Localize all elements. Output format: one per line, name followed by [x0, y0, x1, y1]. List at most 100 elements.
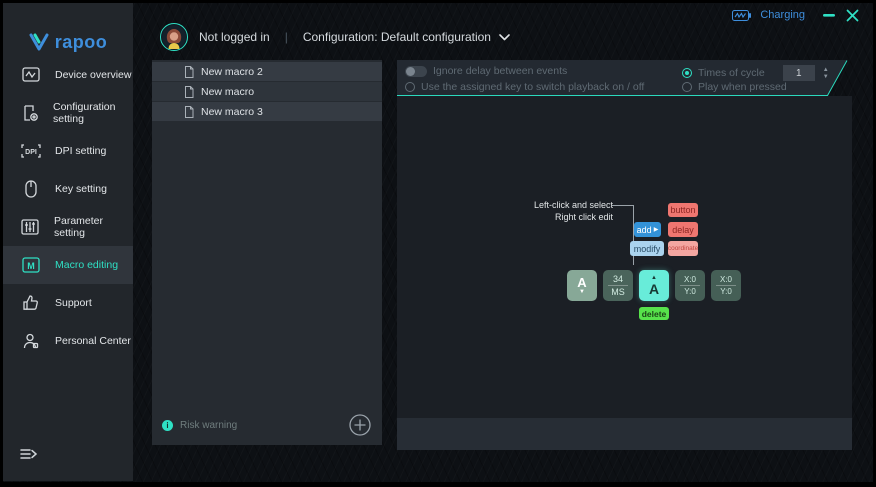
toggle-knob [406, 66, 415, 76]
sidebar-item-personal-center[interactable]: Personal Center [3, 322, 133, 360]
document-icon [185, 65, 194, 78]
macro-list-panel: New macro 2 New macro New macro 3 i Risk… [152, 60, 382, 445]
play-when-pressed-radio[interactable] [682, 82, 692, 92]
sidebar-collapse-icon[interactable] [17, 445, 41, 465]
event-block-key-up-selected[interactable]: ▲ A [639, 270, 669, 301]
macro-name: New macro 2 [201, 65, 263, 78]
document-icon [185, 105, 194, 118]
titlebar-controls: Charging [732, 6, 860, 24]
battery-charging-icon [732, 9, 752, 21]
block-divider [680, 285, 700, 286]
key-down-arrow-icon: ▼ [579, 288, 585, 295]
minimize-button[interactable] [822, 7, 836, 23]
ignore-delay-option: Ignore delay between events [405, 65, 567, 77]
times-of-cycle-label: Times of cycle [698, 67, 765, 79]
spinner-down-icon[interactable]: ▼ [823, 74, 829, 80]
delay-value: 34 [612, 274, 623, 284]
svg-text:M: M [27, 261, 35, 271]
sidebar-item-label: Configuration setting [53, 101, 116, 125]
add-label: add [636, 224, 652, 235]
block-divider [608, 285, 628, 286]
add-coordinate-submenu-item[interactable]: coordinate [668, 241, 698, 256]
configuration-setting-icon [20, 102, 40, 124]
sidebar-item-label: DPI setting [55, 145, 107, 157]
parameter-setting-icon [20, 216, 41, 238]
rapoo-logo: rapoo [3, 25, 133, 59]
event-block-key-down[interactable]: A ▼ [567, 270, 597, 301]
sidebar-item-label: Macro editing [55, 259, 119, 271]
header-divider: | [284, 30, 288, 44]
battery-status-label: Charging [760, 9, 805, 21]
sidebar-item-dpi-setting[interactable]: DPI DPI setting [3, 132, 133, 170]
coord-x: X:0 [683, 275, 696, 284]
delete-button[interactable]: delete [639, 307, 669, 320]
ignore-delay-toggle[interactable] [405, 65, 427, 77]
key-label: A [648, 281, 660, 297]
hint-line-1: Left-click and select [533, 200, 613, 210]
sidebar-item-label: Device overview [55, 69, 132, 81]
macro-name: New macro 3 [201, 105, 263, 118]
macro-list-item[interactable]: New macro 3 [152, 102, 382, 121]
info-icon: i [162, 420, 173, 431]
modify-menu-button[interactable]: modify [630, 241, 664, 256]
hint-line-2: Right click edit [554, 212, 613, 222]
macro-list: New macro 2 New macro New macro 3 [152, 60, 382, 121]
macro-list-item[interactable]: New macro 2 [152, 62, 382, 81]
dpi-setting-icon: DPI [20, 140, 42, 162]
coord-y: Y:0 [684, 287, 696, 296]
coord-x: X:0 [719, 275, 732, 284]
sidebar-item-device-overview[interactable]: Device overview [3, 56, 133, 94]
macro-name: New macro [201, 85, 255, 98]
times-of-cycle-option: Times of cycle ▲▼ [682, 65, 829, 81]
configuration-label: Configuration: Default configuration [302, 30, 491, 44]
spinner-up-icon[interactable]: ▲ [823, 67, 829, 73]
add-delay-submenu-item[interactable]: delay [668, 222, 698, 237]
app-window: rapoo Device overview Configuration sett… [0, 0, 876, 487]
key-label: A [577, 274, 587, 290]
event-block-coordinate[interactable]: X:0 Y:0 [711, 270, 741, 301]
hint-connector-line [612, 205, 634, 265]
sidebar: rapoo Device overview Configuration sett… [3, 3, 133, 481]
rapoo-logo-icon [29, 33, 49, 51]
risk-warning[interactable]: i Risk warning [162, 420, 237, 431]
thumbs-up-icon [20, 292, 42, 314]
configuration-selector[interactable]: Configuration: Default configuration [303, 30, 510, 44]
ignore-delay-label: Ignore delay between events [433, 65, 568, 77]
event-block-delay[interactable]: 34 MS [603, 270, 633, 301]
sidebar-item-label: Parameter setting [53, 215, 104, 239]
close-button[interactable] [845, 7, 860, 23]
user-bar: Not logged in | Configuration: Default c… [160, 22, 510, 52]
block-divider [716, 285, 736, 286]
sidebar-item-key-setting[interactable]: Key setting [3, 170, 133, 208]
play-when-pressed-label: Play when pressed [698, 81, 787, 93]
delay-unit: MS [611, 287, 625, 297]
chevron-down-icon [499, 33, 510, 40]
assigned-key-radio[interactable] [405, 82, 415, 92]
add-button-submenu-item[interactable]: button [668, 203, 698, 217]
cycle-count-input[interactable] [782, 65, 815, 81]
times-of-cycle-radio[interactable] [682, 68, 692, 78]
login-status[interactable]: Not logged in [199, 30, 270, 44]
sidebar-item-macro-editing[interactable]: M Macro editing [3, 246, 133, 284]
add-macro-button[interactable] [349, 414, 371, 436]
playback-options-bar: Ignore delay between events Use the assi… [397, 60, 852, 96]
cycle-count-spinner[interactable]: ▲ ▼ [823, 67, 829, 80]
sidebar-item-parameter-setting[interactable]: Parameter setting [3, 208, 133, 246]
assigned-key-option: Use the assigned key to switch playback … [405, 81, 644, 93]
avatar[interactable] [160, 23, 188, 51]
sidebar-item-configuration-setting[interactable]: Configuration setting [3, 94, 133, 132]
sidebar-item-label: Support [55, 297, 92, 309]
coord-y: Y:0 [720, 287, 732, 296]
sidebar-nav: Device overview Configuration setting DP… [3, 56, 133, 360]
event-block-coordinate[interactable]: X:0 Y:0 [675, 270, 705, 301]
macro-list-item[interactable]: New macro [152, 82, 382, 101]
assigned-key-label: Use the assigned key to switch playback … [421, 81, 645, 93]
play-when-pressed-option: Play when pressed [682, 81, 787, 93]
sidebar-item-support[interactable]: Support [3, 284, 133, 322]
macro-canvas: Left-click and select Right click edit a… [397, 96, 852, 418]
device-overview-icon [20, 64, 42, 86]
sidebar-item-label: Key setting [55, 183, 107, 195]
add-menu-button[interactable]: add ▶ [634, 222, 661, 237]
key-setting-icon [20, 178, 42, 200]
submenu-arrow-icon: ▶ [653, 227, 659, 233]
